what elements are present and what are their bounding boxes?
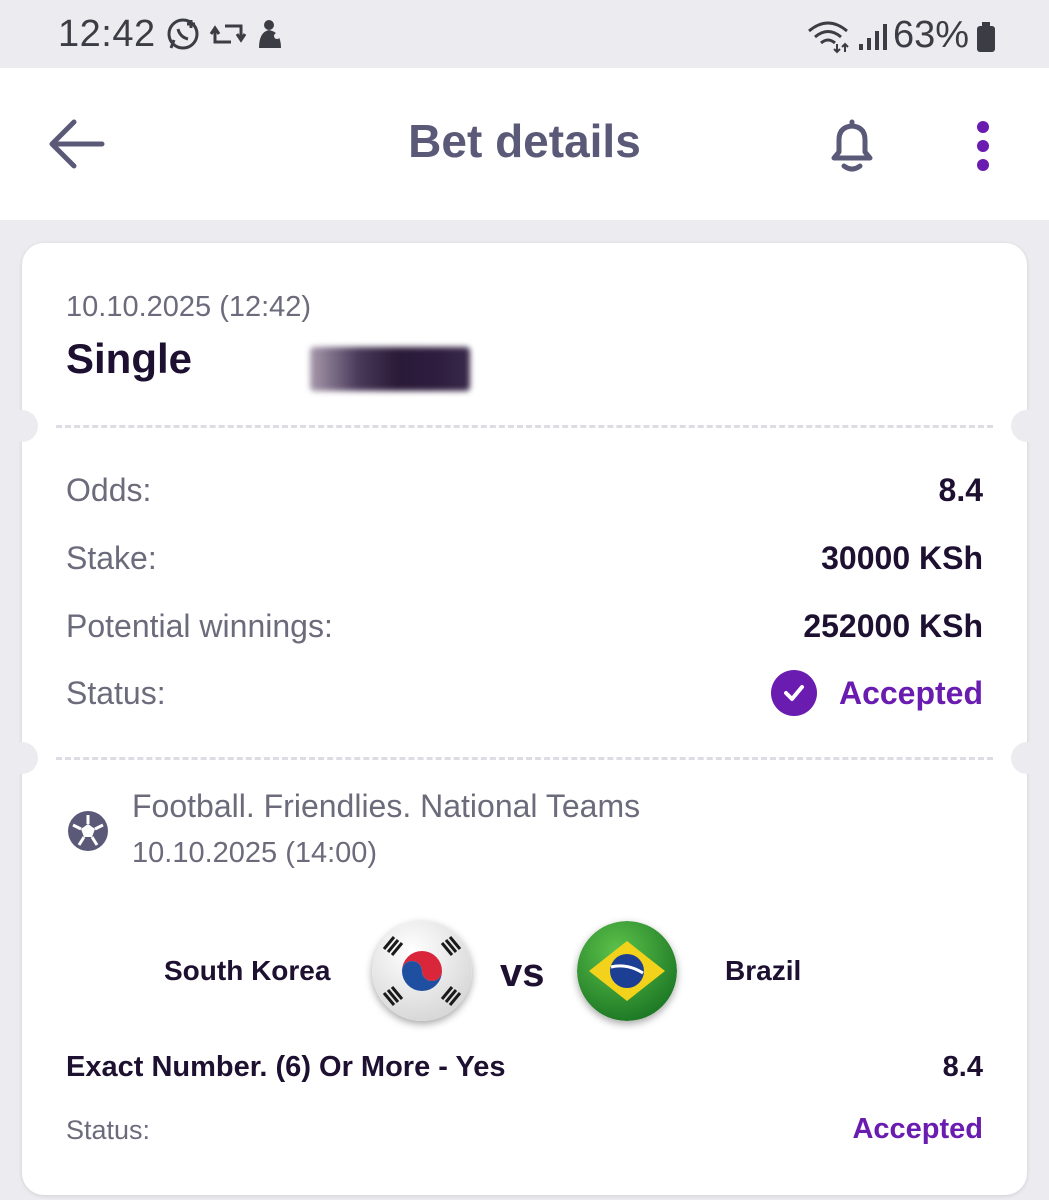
dashed-divider (56, 757, 993, 760)
winnings-row: Potential winnings: 252000 KSh (66, 604, 983, 648)
sync-icon (209, 24, 247, 44)
winnings-label: Potential winnings: (66, 607, 333, 644)
status-value-group: Accepted (770, 670, 983, 716)
away-team-name: Brazil (725, 955, 802, 986)
card-notch (6, 742, 38, 774)
more-vertical-icon (977, 121, 989, 171)
card-notch (6, 410, 38, 442)
selection-status-label: Status: (66, 1115, 151, 1145)
event-date: 10.10.2025 (14:00) (132, 837, 378, 869)
bet-type: Single (66, 335, 193, 382)
redacted-id (310, 347, 470, 391)
battery-percentage: 63% (892, 14, 969, 56)
status-row: Status: Accepted (66, 670, 983, 716)
odds-row: Odds: 8.4 (66, 468, 983, 512)
stake-row: Stake: 30000 KSh (66, 536, 983, 580)
selection-name: Exact Number. (6) Or More - Yes (66, 1051, 506, 1083)
winnings-value: 252000 KSh (803, 607, 983, 644)
wifi-icon (807, 21, 849, 53)
more-options-button[interactable] (968, 118, 998, 174)
home-team-name: South Korea (164, 955, 331, 986)
brazil-flag (577, 921, 677, 1021)
dashed-divider (56, 425, 993, 428)
south-korea-flag (372, 921, 472, 1021)
odds-value: 8.4 (938, 471, 983, 508)
bet-card: 10.10.2025 (12:42) Single Odds: 8.4 Stak… (6, 243, 1043, 1195)
selection-odds: 8.4 (942, 1051, 983, 1083)
selection-status-value: Accepted (852, 1113, 983, 1145)
football-icon (68, 811, 108, 851)
versus-label: vs (500, 951, 545, 995)
status-time: 12:42 (58, 13, 156, 55)
league-name: Football. Friendlies. National Teams (132, 788, 641, 824)
whatsapp-icon (167, 18, 199, 50)
status-text: Accepted (838, 674, 983, 711)
bell-icon (831, 119, 873, 172)
app-header: Bet details (0, 68, 1049, 220)
signal-icon (858, 23, 887, 50)
bet-date: 10.10.2025 (12:42) (66, 291, 312, 323)
stake-value: 30000 KSh (821, 539, 983, 576)
status-icons-left (165, 16, 285, 52)
card-notch (1011, 410, 1043, 442)
check-circle-icon (770, 670, 817, 716)
notifications-button[interactable] (822, 116, 882, 176)
status-icons-right: 63% (805, 14, 997, 57)
odds-label: Odds: (66, 471, 152, 508)
status-bar: 12:42 63% (0, 0, 1049, 68)
notification-icon (259, 20, 281, 48)
page-title: Bet details (408, 115, 641, 167)
stake-label: Stake: (66, 539, 157, 576)
card-notch (1011, 742, 1043, 774)
status-label: Status: (66, 674, 166, 711)
battery-icon (977, 21, 995, 52)
